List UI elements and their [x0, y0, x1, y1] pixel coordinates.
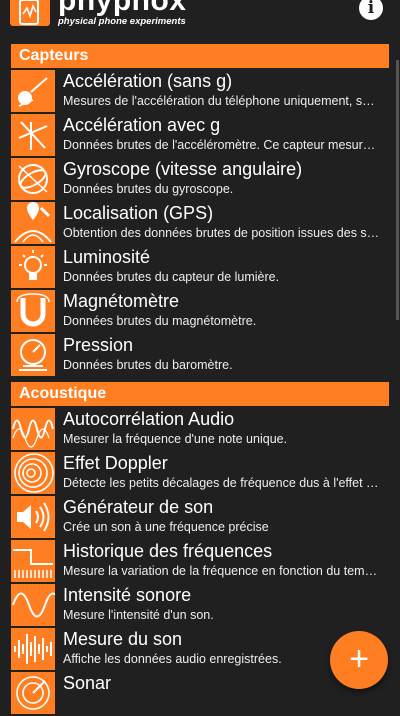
list-item[interactable]: Accélération avec g Données brutes de l'… — [11, 114, 389, 156]
light-bulb-icon — [11, 246, 55, 288]
item-description: Mesure la variation de la fréquence en f… — [63, 564, 381, 578]
item-title: Mesure du son — [63, 629, 183, 649]
sonar-icon — [11, 672, 55, 714]
location-icon — [11, 202, 55, 244]
waveform-icon — [11, 408, 55, 450]
add-experiment-button[interactable]: + — [330, 631, 388, 689]
list-item[interactable]: Intensité sonore Mesure l'intensité d'un… — [11, 584, 389, 626]
item-description: Mesure l'intensité d'un son. — [63, 608, 214, 622]
item-title: Accélération avec g — [63, 115, 221, 135]
item-description: Données brutes du baromètre. — [63, 358, 233, 372]
item-description: Mesures de l'accélération du téléphone u… — [63, 94, 381, 108]
item-title: Intensité sonore — [63, 585, 192, 605]
list-item[interactable]: Sonar — [11, 672, 389, 714]
item-title: Effet Doppler — [63, 453, 168, 473]
item-description: Détecte les petits décalages de fréquenc… — [63, 476, 381, 490]
concentric-waves-icon — [11, 452, 55, 494]
item-description: Mesurer la fréquence d'une note unique. — [63, 432, 288, 446]
acceleration-icon — [11, 70, 55, 112]
pressure-gauge-icon — [11, 334, 55, 376]
item-title: Gyroscope (vitesse angulaire) — [63, 159, 303, 179]
item-title: Pression — [63, 335, 134, 355]
item-title: Accélération (sans g) — [63, 71, 233, 91]
gyroscope-icon — [11, 158, 55, 200]
list-item[interactable]: Autocorrélation Audio Mesurer la fréquen… — [11, 408, 389, 450]
phyphox-logo-icon — [10, 0, 50, 26]
item-title: Générateur de son — [63, 497, 214, 517]
item-title: Autocorrélation Audio — [63, 409, 235, 429]
item-description: Données brutes du magnétomètre. — [63, 314, 257, 328]
item-title: Luminosité — [63, 247, 151, 267]
accelerometer-icon — [11, 114, 55, 156]
app-tagline: physical phone experiments — [58, 16, 186, 27]
item-title: Sonar — [63, 673, 112, 693]
app-bar: phyphox physical phone experiments i — [0, 0, 400, 36]
item-description: Données brutes du gyroscope. — [63, 182, 234, 196]
experiment-list: Capteurs Accélération (sans g) Mesures d… — [11, 44, 389, 716]
section-header-acoustique: Acoustique — [11, 382, 389, 406]
list-item[interactable]: Effet Doppler Détecte les petits décalag… — [11, 452, 389, 494]
list-item[interactable]: Magnétomètre Données brutes du magnétomè… — [11, 290, 389, 332]
item-description: Données brutes de l'accéléromètre. Ce ca… — [63, 138, 381, 152]
list-item[interactable]: Générateur de son Crée un son à une fréq… — [11, 496, 389, 538]
speaker-icon — [11, 496, 55, 538]
list-item[interactable]: Luminosité Données brutes du capteur de … — [11, 246, 389, 288]
app-name: phyphox — [58, 0, 187, 17]
item-title: Localisation (GPS) — [63, 203, 214, 223]
item-description: Données brutes du capteur de lumière. — [63, 270, 280, 284]
audio-signal-icon — [11, 628, 55, 670]
list-item[interactable]: Localisation (GPS) Obtention des données… — [11, 202, 389, 244]
list-item[interactable]: Gyroscope (vitesse angulaire) Données br… — [11, 158, 389, 200]
item-title: Historique des fréquences — [63, 541, 273, 561]
list-item[interactable]: Accélération (sans g) Mesures de l'accél… — [11, 70, 389, 112]
info-icon[interactable]: i — [359, 0, 383, 20]
sine-wave-icon — [11, 584, 55, 626]
item-description: Obtention des données brutes de position… — [63, 226, 381, 240]
magnet-icon — [11, 290, 55, 332]
item-description: Crée un son à une fréquence précise — [63, 520, 269, 534]
item-title: Magnétomètre — [63, 291, 180, 311]
list-item[interactable]: Pression Données brutes du baromètre. — [11, 334, 389, 376]
scrollbar[interactable] — [396, 60, 399, 320]
list-item[interactable]: Historique des fréquences Mesure la vari… — [11, 540, 389, 582]
frequency-history-icon — [11, 540, 55, 582]
section-header-capteurs: Capteurs — [11, 44, 389, 68]
